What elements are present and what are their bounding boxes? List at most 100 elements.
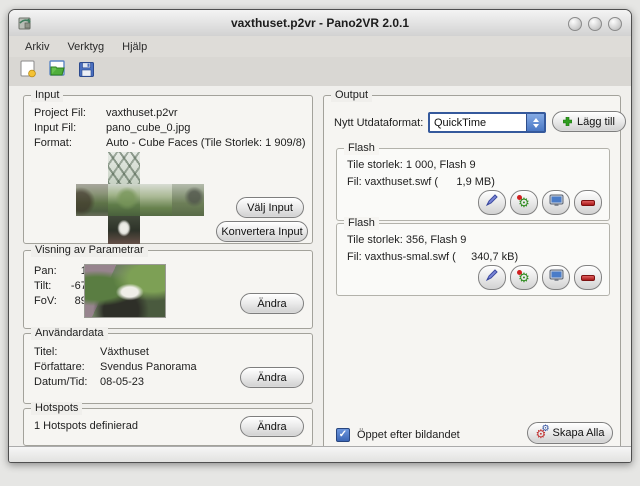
gear-generate-icon: ⚙ <box>518 271 530 284</box>
menu-bar: Arkiv Verktyg Hjälp <box>9 36 631 58</box>
window-button-2[interactable] <box>588 17 602 31</box>
andra-view-label: Ändra <box>257 298 286 310</box>
view-preview-thumbnail <box>84 264 166 318</box>
monitor-icon <box>549 269 564 287</box>
forfattare-row: Författare: Svendus Panorama <box>34 361 197 373</box>
user-data-group: Användardata Titel: Växthuset Författare… <box>23 333 313 404</box>
remove-output-button[interactable] <box>574 265 602 290</box>
format-label: Format: <box>34 137 106 149</box>
forfattare-value: Svendus Panorama <box>100 361 197 373</box>
status-bar <box>9 446 631 462</box>
open-project-button[interactable] <box>45 60 69 84</box>
cube-face-front <box>108 184 140 216</box>
titel-value: Växthuset <box>100 346 149 358</box>
datum-value: 08-05-23 <box>100 376 144 388</box>
cube-faces-preview <box>76 152 204 248</box>
open-folder-icon <box>47 59 68 84</box>
viewing-parameters-group: Visning av Parametrar Pan: 1,0 Tilt: -67… <box>23 250 313 329</box>
cube-face-right <box>140 184 172 216</box>
menu-hjalp[interactable]: Hjälp <box>114 39 155 55</box>
input-group-legend: Input <box>31 89 63 102</box>
gear-generate-icon: ⚙ <box>518 196 530 209</box>
edit-pen-icon <box>485 268 499 287</box>
flash-2-tile-info: Tile storlek: 356, Flash 9 <box>347 234 466 246</box>
tilt-label: Tilt: <box>34 280 64 292</box>
window-controls <box>568 17 622 31</box>
lagg-till-label: Lägg till <box>577 116 615 128</box>
flash-1-actions: ⚙ <box>478 190 602 215</box>
preview-output-button[interactable] <box>542 190 570 215</box>
project-file-label: Project Fil: <box>34 107 106 119</box>
new-project-button[interactable] <box>16 60 40 84</box>
andra-view-button[interactable]: Ändra <box>240 293 304 314</box>
flash-output-1: Flash Tile storlek: 1 000, Flash 9 Fil: … <box>336 148 610 221</box>
datum-row: Datum/Tid: 08-05-23 <box>34 376 144 388</box>
nytt-utdataformat-label: Nytt Utdataformat: <box>334 117 423 129</box>
flash-output-2: Flash Tile storlek: 356, Flash 9 Fil: va… <box>336 223 610 296</box>
format-select-row: Nytt Utdataformat: <box>334 117 423 129</box>
new-document-icon <box>18 59 38 84</box>
input-file-row: Input Fil: pano_cube_0.jpg <box>34 122 190 134</box>
plus-icon <box>563 117 572 126</box>
preview-output-button[interactable] <box>542 265 570 290</box>
edit-parameters-button[interactable] <box>478 190 506 215</box>
project-file-row: Project Fil: vaxthuset.p2vr <box>34 107 178 119</box>
open-after-label: Öppet efter bildandet <box>357 429 460 441</box>
window-title: vaxthuset.p2vr - Pano2VR 2.0.1 <box>9 16 631 30</box>
forfattare-label: Författare: <box>34 361 100 373</box>
andra-userdata-label: Ändra <box>257 372 286 384</box>
fov-label: FoV: <box>34 295 64 307</box>
flash-2-legend: Flash <box>344 217 379 230</box>
edit-pen-icon <box>485 193 499 212</box>
menu-verktyg[interactable]: Verktyg <box>59 39 112 55</box>
remove-output-button[interactable] <box>574 190 602 215</box>
window-button-3[interactable] <box>608 17 622 31</box>
output-format-select[interactable]: QuickTime <box>428 112 546 133</box>
monitor-icon <box>549 194 564 212</box>
konvertera-input-label: Konvertera Input <box>221 226 302 238</box>
skapa-alla-label: Skapa Alla <box>553 427 605 439</box>
andra-userdata-button[interactable]: Ändra <box>240 367 304 388</box>
generate-output-button[interactable]: ⚙ <box>510 190 538 215</box>
app-window: vaxthuset.p2vr - Pano2VR 2.0.1 Arkiv Ver… <box>8 9 632 463</box>
konvertera-input-button[interactable]: Konvertera Input <box>216 221 308 242</box>
input-group: Input Project Fil: vaxthuset.p2vr Input … <box>23 95 313 244</box>
flash-1-legend: Flash <box>344 142 379 155</box>
flash-2-file-row: Fil: vaxthus-smal.swf ( 340,7 kB) <box>347 251 518 263</box>
format-row: Format: Auto - Cube Faces (Tile Storlek:… <box>34 137 306 149</box>
format-value: Auto - Cube Faces (Tile Storlek: 1 909/8… <box>106 137 306 149</box>
datum-label: Datum/Tid: <box>34 376 100 388</box>
andra-hotspots-label: Ändra <box>257 421 286 433</box>
cube-face-top <box>108 152 140 184</box>
open-after-checkbox[interactable]: ✓ <box>336 428 350 442</box>
titel-row: Titel: Växthuset <box>34 346 149 358</box>
titel-label: Titel: <box>34 346 100 358</box>
andra-hotspots-button[interactable]: Ändra <box>240 416 304 437</box>
flash-1-file-row: Fil: vaxthuset.swf ( 1,9 MB) <box>347 176 495 188</box>
lagg-till-button[interactable]: Lägg till <box>552 111 626 132</box>
title-bar[interactable]: vaxthuset.p2vr - Pano2VR 2.0.1 <box>9 10 631 37</box>
output-group: Output Nytt Utdataformat: QuickTime Lägg… <box>323 95 621 453</box>
hotspots-status-row: 1 Hotspots definierad <box>34 420 138 432</box>
window-button-1[interactable] <box>568 17 582 31</box>
project-file-value: vaxthuset.p2vr <box>106 107 178 119</box>
cube-face-back <box>172 184 204 216</box>
flash-1-tile-row: Tile storlek: 1 000, Flash 9 <box>347 159 476 171</box>
user-data-legend: Användardata <box>31 327 108 340</box>
stepper-arrows-icon[interactable] <box>526 114 544 131</box>
gears-icon: ⚙ ⚙ <box>536 426 550 440</box>
cube-face-left <box>76 184 108 216</box>
skapa-alla-button[interactable]: ⚙ ⚙ Skapa Alla <box>527 422 613 444</box>
open-after-row: ✓ Öppet efter bildandet <box>336 428 460 442</box>
hotspots-status: 1 Hotspots definierad <box>34 420 138 432</box>
edit-parameters-button[interactable] <box>478 265 506 290</box>
menu-arkiv[interactable]: Arkiv <box>17 39 57 55</box>
minus-icon <box>581 275 595 281</box>
flash-2-file-info: Fil: vaxthus-smal.swf ( 340,7 kB) <box>347 251 518 263</box>
pan-label: Pan: <box>34 265 64 277</box>
output-format-value: QuickTime <box>430 117 526 129</box>
generate-output-button[interactable]: ⚙ <box>510 265 538 290</box>
save-project-button[interactable] <box>74 60 98 84</box>
flash-1-file-info: Fil: vaxthuset.swf ( 1,9 MB) <box>347 176 495 188</box>
valj-input-button[interactable]: Välj Input <box>236 197 304 218</box>
